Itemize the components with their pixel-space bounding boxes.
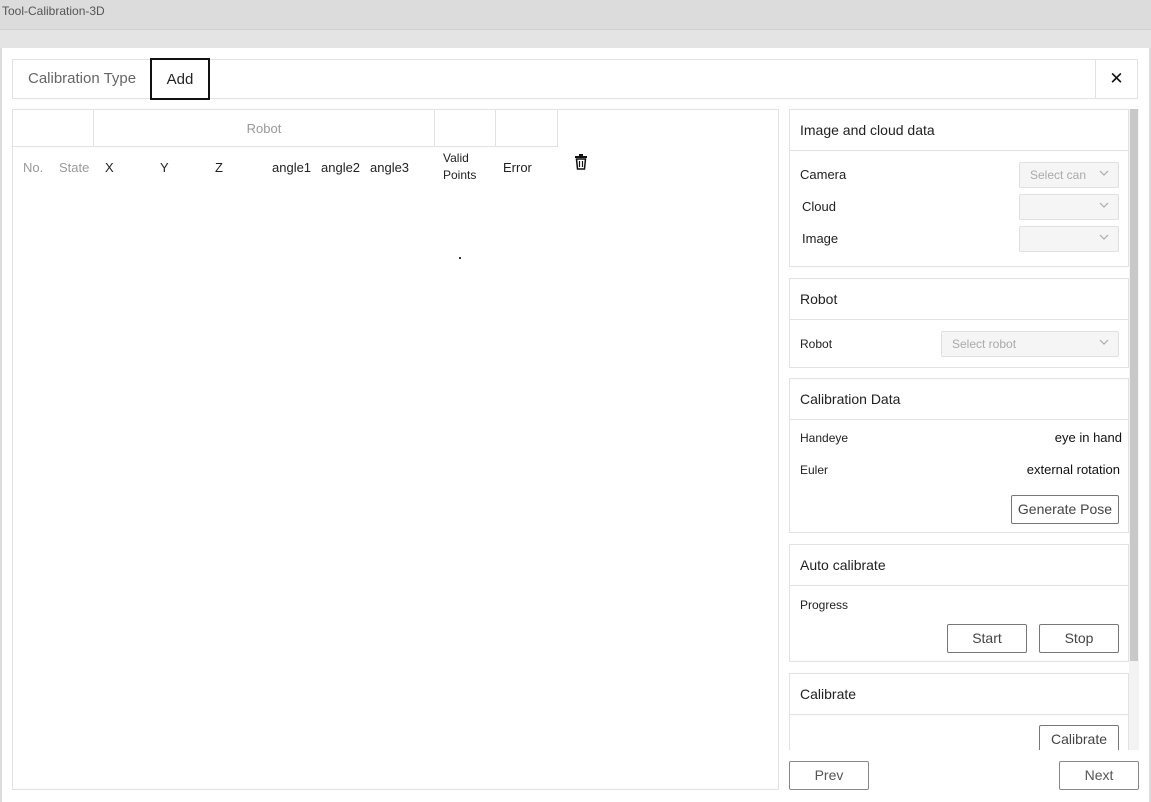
robot-label: Robot: [800, 337, 833, 351]
tab-bar: Calibration Type Add ✕: [12, 58, 1138, 100]
table-header-group-row: Robot: [13, 110, 558, 147]
auto-calibrate-card: Auto calibrate Progress Start Stop: [789, 544, 1129, 662]
camera-label: Camera: [800, 167, 847, 182]
next-button[interactable]: Next: [1059, 761, 1139, 790]
robot-card-title: Robot: [790, 279, 1128, 320]
euler-value: external rotation: [1026, 462, 1120, 477]
calibrate-button[interactable]: Calibrate: [1039, 725, 1119, 750]
calibrate-title: Calibrate: [790, 674, 1128, 715]
column-y: Y: [160, 160, 169, 175]
toolbar-strip: [0, 30, 1151, 48]
scrollbar-thumb[interactable]: [1130, 109, 1138, 661]
column-state: State: [59, 160, 90, 175]
robot-select[interactable]: Select robot: [941, 331, 1119, 357]
calibration-points-table: Robot No. State X Y Z angle1 angle2 angl…: [12, 109, 779, 790]
image-cloud-card: Image and cloud data Camera Select can C…: [789, 109, 1129, 267]
column-x: X: [105, 160, 114, 175]
chevron-down-icon: [1099, 202, 1109, 208]
generate-pose-button[interactable]: Generate Pose: [1011, 495, 1119, 524]
progress-label: Progress: [800, 598, 849, 612]
chevron-down-icon: [1099, 339, 1109, 345]
column-angle2: angle2: [321, 160, 361, 175]
prev-button[interactable]: Prev: [789, 761, 869, 790]
cloud-label: Cloud: [802, 199, 836, 214]
column-valid-points-line2: Points: [443, 168, 477, 182]
trash-icon[interactable]: [574, 154, 588, 170]
title-bar: Tool-Calibration-3D: [0, 0, 1151, 30]
column-no: No.: [23, 160, 44, 175]
header-spacer-valid: [435, 110, 496, 147]
column-z: Z: [215, 160, 223, 175]
camera-select[interactable]: Select can: [1019, 162, 1119, 188]
calibration-data-title: Calibration Data: [790, 379, 1128, 420]
euler-label: Euler: [800, 463, 829, 477]
window-title: Tool-Calibration-3D: [2, 4, 105, 18]
camera-select-value: Select can: [1030, 168, 1087, 182]
close-button[interactable]: ✕: [1095, 59, 1137, 99]
column-angle1: angle1: [272, 160, 312, 175]
image-label: Image: [802, 231, 839, 246]
cloud-select[interactable]: [1019, 194, 1119, 220]
empty-table-marker: [459, 257, 461, 259]
chevron-down-icon: [1099, 170, 1109, 176]
tab-calibration-type[interactable]: Calibration Type: [28, 60, 136, 98]
tab-add[interactable]: Add: [150, 58, 210, 100]
auto-calibrate-title: Auto calibrate: [790, 545, 1128, 586]
handeye-value: eye in hand: [1054, 430, 1122, 445]
start-button[interactable]: Start: [947, 624, 1027, 653]
close-icon: ✕: [1109, 69, 1124, 88]
chevron-down-icon: [1099, 234, 1109, 240]
column-valid-points-line1: Valid: [443, 151, 469, 165]
settings-panel: Image and cloud data Camera Select can C…: [789, 109, 1139, 750]
header-spacer-error: [496, 110, 558, 147]
header-spacer: [13, 110, 94, 147]
stop-button[interactable]: Stop: [1039, 624, 1119, 653]
robot-select-value: Select robot: [952, 337, 1017, 351]
calibrate-card: Calibrate Calibrate: [789, 673, 1129, 750]
column-error: Error: [503, 160, 532, 175]
column-angle3: angle3: [370, 160, 410, 175]
robot-group-header: Robot: [94, 110, 435, 147]
calibration-data-card: Calibration Data Handeye eye in hand Eul…: [789, 378, 1129, 533]
image-cloud-title: Image and cloud data: [790, 110, 1128, 151]
handeye-label: Handeye: [800, 431, 849, 445]
robot-card: Robot Robot Select robot: [789, 278, 1129, 368]
image-select[interactable]: [1019, 226, 1119, 252]
